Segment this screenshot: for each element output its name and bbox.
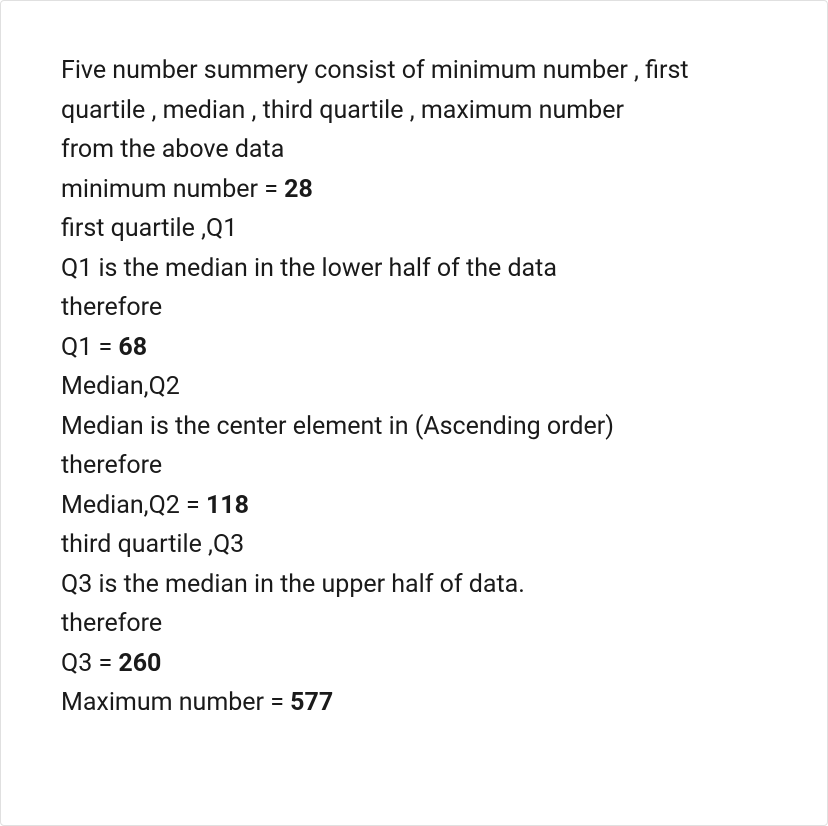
q3-result: Q3 = 260 [61,644,767,684]
minimum-line: minimum number = 28 [61,170,767,210]
q2-label: Median,Q2 = [61,491,206,520]
q1-heading: first quartile ,Q1 [61,209,767,249]
q3-description: Q3 is the median in the upper half of da… [61,565,767,605]
maximum-value: 577 [290,688,333,717]
q2-heading: Median,Q2 [61,367,767,407]
q1-label: Q1 = [61,333,118,362]
therefore-text: therefore [61,446,767,486]
q3-value: 260 [118,649,161,678]
therefore-text: therefore [61,604,767,644]
q2-value: 118 [206,491,249,520]
maximum-label: Maximum number = [61,688,290,717]
maximum-line: Maximum number = 577 [61,683,767,723]
q1-result: Q1 = 68 [61,328,767,368]
q2-result: Median,Q2 = 118 [61,486,767,526]
q3-heading: third quartile ,Q3 [61,525,767,565]
therefore-text: therefore [61,288,767,328]
q2-description: Median is the center element in (Ascendi… [61,407,767,447]
minimum-label: minimum number = [61,175,284,204]
minimum-value: 28 [284,175,313,204]
q1-description: Q1 is the median in the lower half of th… [61,249,767,289]
intro-paragraph: Five number summery consist of minimum n… [61,51,767,130]
q3-label: Q3 = [61,649,118,678]
text-line: from the above data [61,130,767,170]
document-content: Five number summery consist of minimum n… [61,51,767,723]
q1-value: 68 [118,333,147,362]
